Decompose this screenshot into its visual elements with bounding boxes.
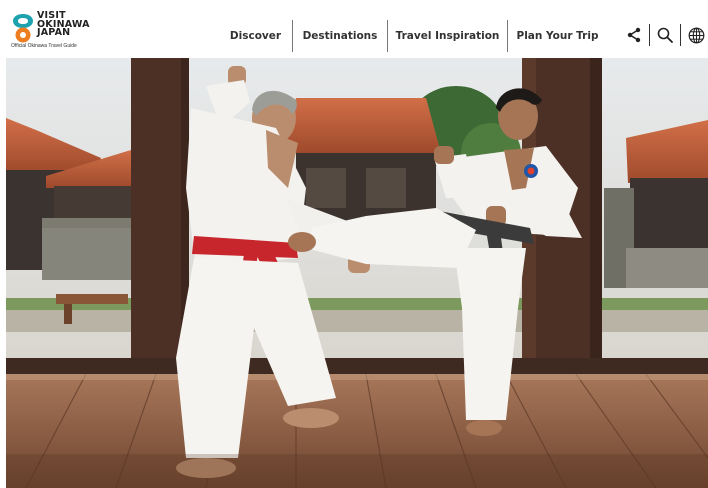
logo-mark-icon <box>13 14 33 43</box>
globe-icon[interactable] <box>684 23 708 47</box>
share-icon[interactable] <box>622 23 646 47</box>
site-logo[interactable]: VISIT OKINAWA JAPAN Official Okinawa Tra… <box>10 10 102 52</box>
karate-kick-photo <box>6 58 708 488</box>
header-tools <box>622 22 708 48</box>
logo-wordmark: VISIT OKINAWA JAPAN <box>37 11 90 39</box>
nav-destinations[interactable]: Destinations <box>293 20 388 52</box>
hero-image <box>6 58 708 488</box>
search-icon[interactable] <box>653 23 677 47</box>
nav-plan-your-trip[interactable]: Plan Your Trip <box>508 20 607 52</box>
logo-tagline: Official Okinawa Travel Guide <box>11 43 77 49</box>
nav-travel-inspiration[interactable]: Travel Inspiration <box>388 20 508 52</box>
tool-divider <box>680 24 681 46</box>
main-nav: Discover Destinations Travel Inspiration… <box>219 20 607 52</box>
nav-discover[interactable]: Discover <box>219 20 293 52</box>
tool-divider <box>649 24 650 46</box>
logo-line-japan: JAPAN <box>37 27 71 39</box>
site-header: VISIT OKINAWA JAPAN Official Okinawa Tra… <box>0 0 708 58</box>
